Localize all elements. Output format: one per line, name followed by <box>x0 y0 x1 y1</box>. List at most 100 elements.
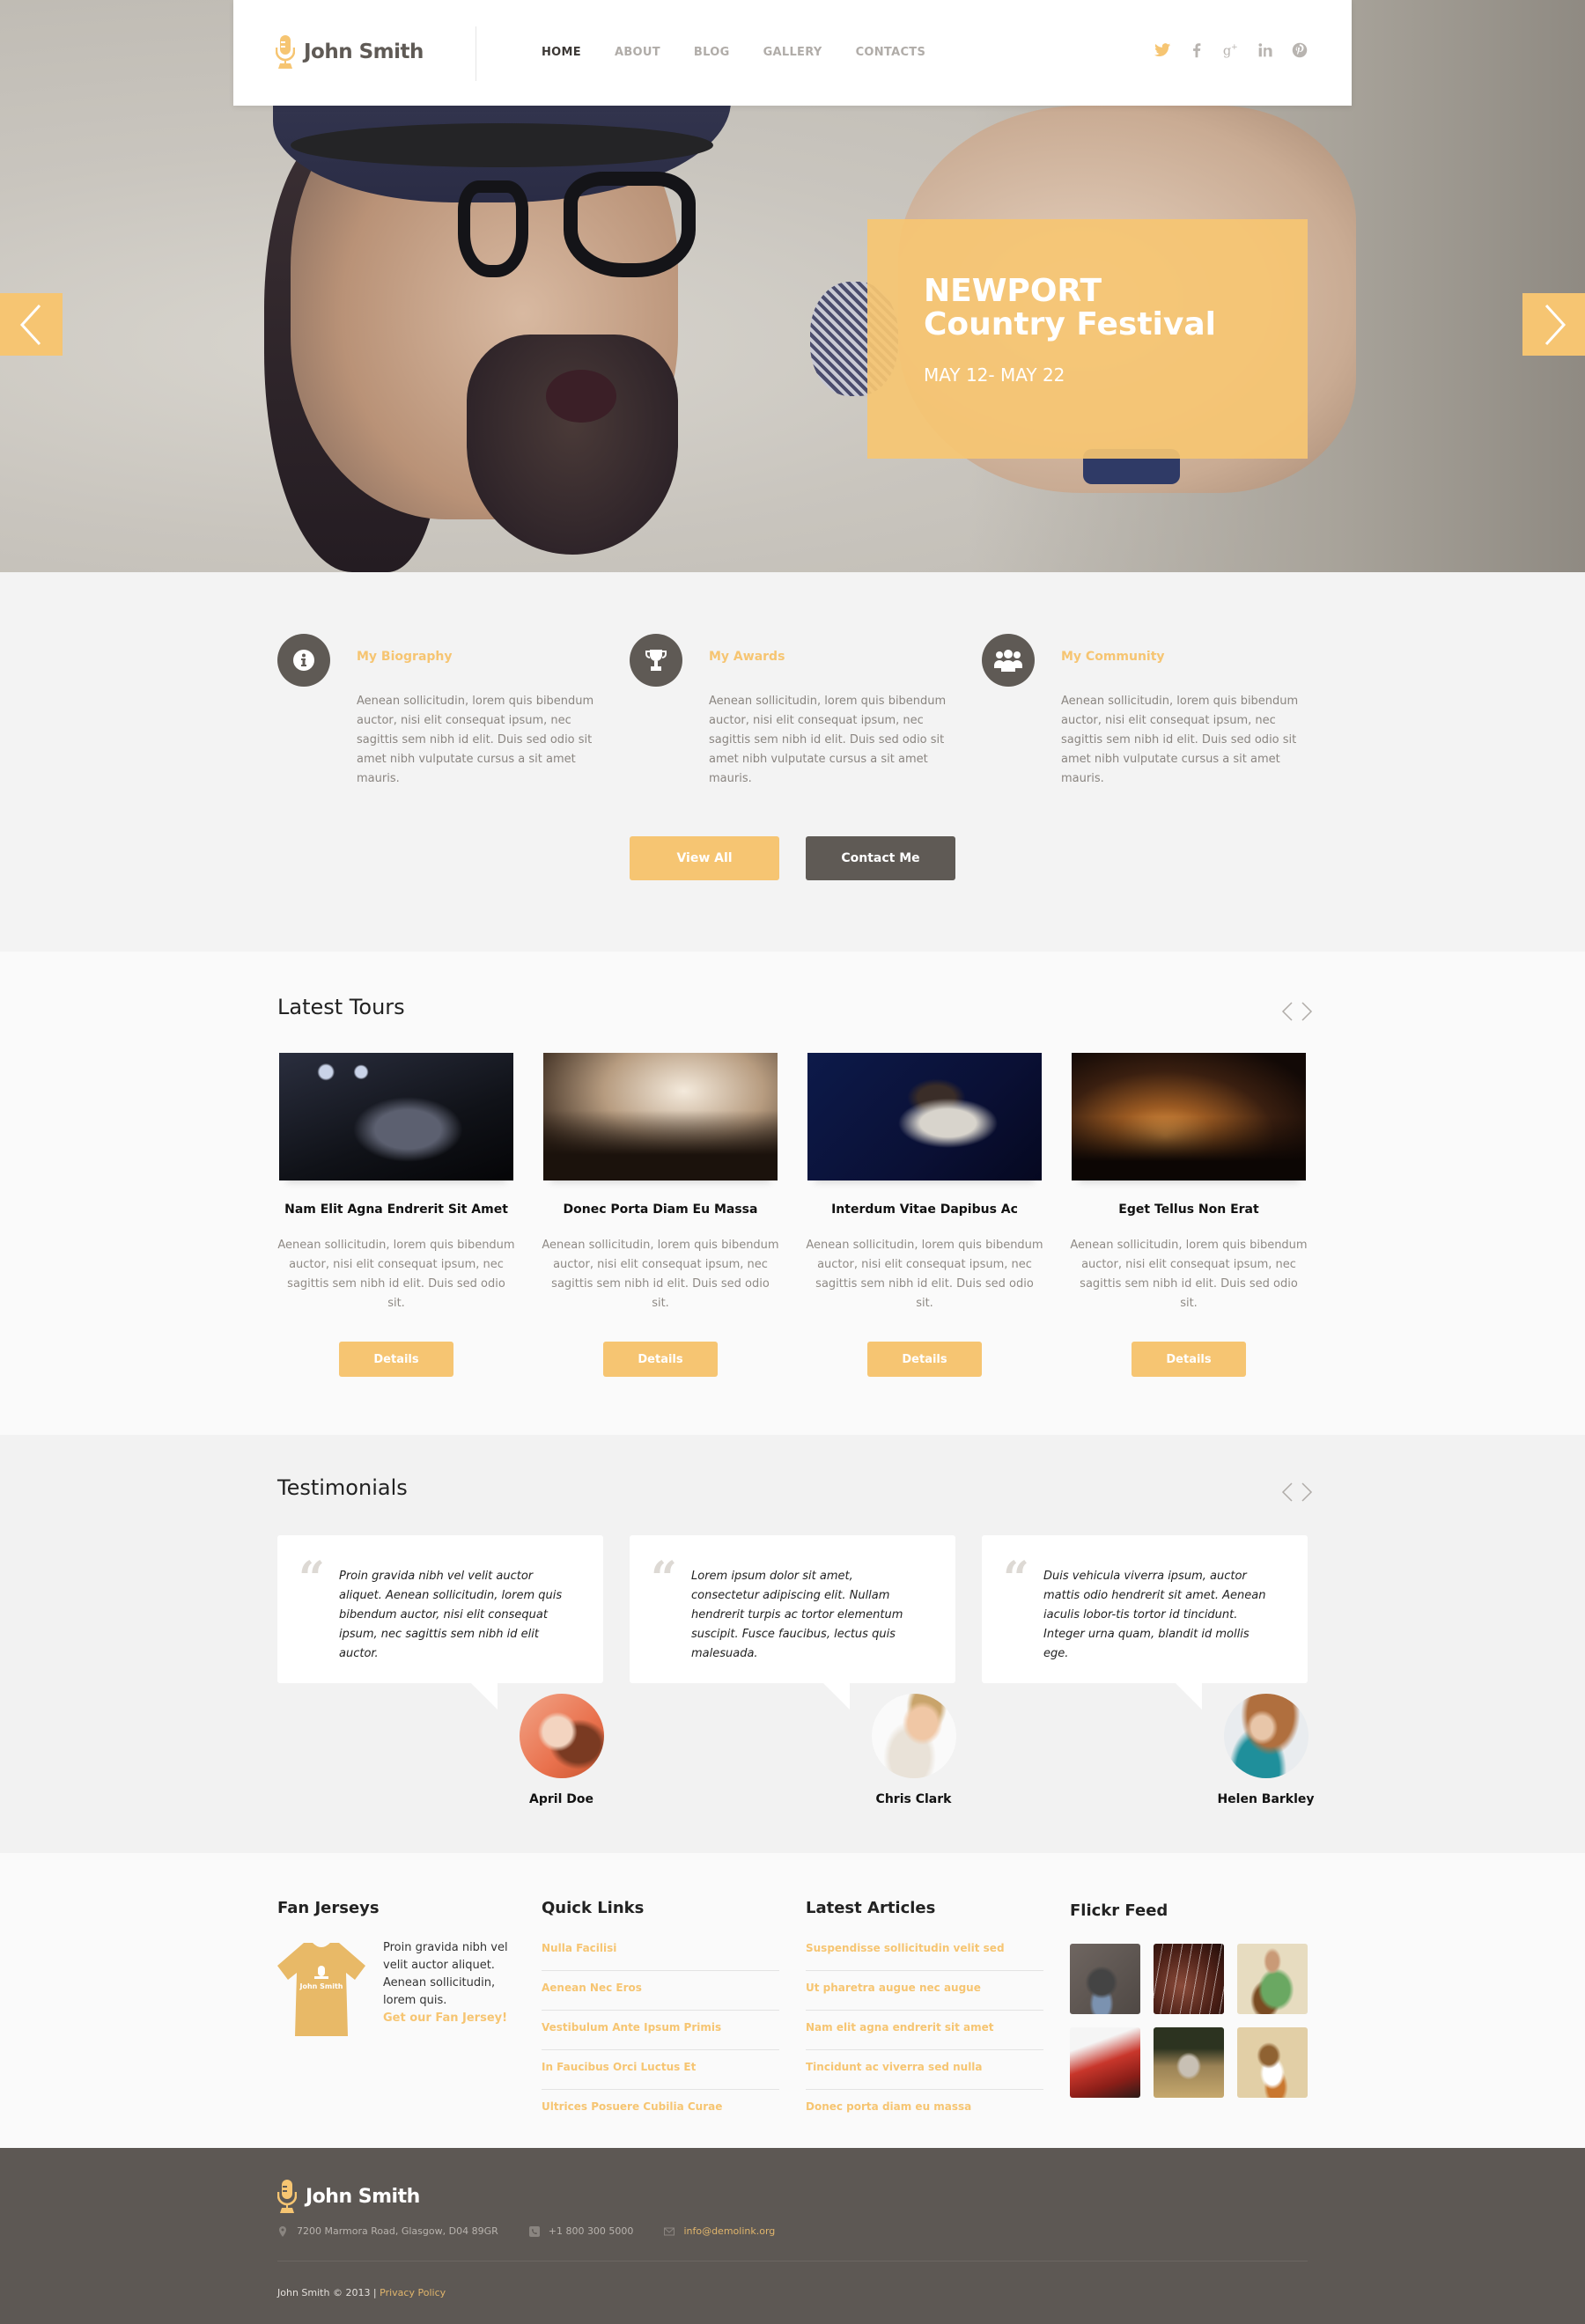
avatar <box>872 1694 956 1778</box>
flickr-thumb[interactable] <box>1237 2027 1308 2098</box>
jersey-description: Proin gravida nibh vel velit auctor aliq… <box>383 1941 508 2007</box>
site-logo[interactable]: John Smith <box>276 35 424 69</box>
quick-link[interactable]: Nulla Facilisi <box>542 1939 779 1971</box>
testimonials-prev-button[interactable] <box>1281 1482 1294 1503</box>
nav-gallery[interactable]: GALLERY <box>763 46 822 59</box>
social-links: g + <box>1138 40 1309 60</box>
hero-glasses-right <box>458 180 528 277</box>
footer-email[interactable]: info@demolink.org <box>683 2225 775 2237</box>
hero-date: MAY 12- MAY 22 <box>924 364 1065 386</box>
article-link[interactable]: Suspendisse sollicitudin velit sed <box>806 1939 1043 1971</box>
article-link[interactable]: Tincidunt ac viverra sed nulla <box>806 2058 1043 2090</box>
email-item: info@demolink.org <box>664 2225 775 2237</box>
pinterest-link[interactable] <box>1290 40 1309 60</box>
tour-text: Aenean sollicitudin, lorem quis bibendum… <box>806 1239 1043 1310</box>
feature-text: Aenean sollicitudin, lorem quis bibendum… <box>709 695 947 785</box>
feature-title[interactable]: My Biography <box>357 650 453 664</box>
site-name: John Smith <box>304 40 424 63</box>
google-plus-link[interactable]: g + <box>1221 40 1241 60</box>
flickr-thumb[interactable] <box>1070 1944 1140 2014</box>
testimonial-text: Duis vehicula viverra ipsum, auctor matt… <box>1043 1570 1266 1660</box>
feature-title[interactable]: My Awards <box>709 650 785 664</box>
hero-singer-mouth <box>546 370 616 423</box>
nav-contacts[interactable]: CONTACTS <box>856 46 926 59</box>
google-plus-icon: g + <box>1223 42 1238 58</box>
tour-image[interactable] <box>279 1053 513 1180</box>
twitter-link[interactable] <box>1153 40 1172 60</box>
info-icon <box>293 650 314 671</box>
tour-text: Aenean sollicitudin, lorem quis bibendum… <box>1070 1239 1308 1310</box>
main-nav: HOME ABOUT BLOG GALLERY CONTACTS <box>542 46 959 59</box>
quick-link[interactable]: In Faucibus Orci Luctus Et <box>542 2058 779 2090</box>
quote-icon: “ <box>1003 1552 1029 1606</box>
tour-details-button[interactable]: Details <box>339 1342 453 1377</box>
testimonial-author: April Doe <box>529 1792 593 1806</box>
tour-title[interactable]: Donec Porta Diam Eu Massa <box>542 1202 779 1217</box>
linkedin-link[interactable] <box>1256 40 1275 60</box>
quick-link[interactable]: Ultrices Posuere Cubilia Curae <box>542 2098 779 2129</box>
feature-title[interactable]: My Community <box>1061 650 1165 664</box>
chevron-left-icon <box>19 304 41 345</box>
tour-details-button[interactable]: Details <box>603 1342 718 1377</box>
article-link[interactable]: Nam elit agna endrerit sit amet <box>806 2019 1043 2050</box>
linkedin-icon <box>1258 43 1272 57</box>
article-link[interactable]: Ut pharetra augue nec augue <box>806 1979 1043 2011</box>
tours-carousel-nav <box>1274 1001 1313 1022</box>
tour-image[interactable] <box>543 1053 778 1180</box>
nav-home[interactable]: HOME <box>542 46 581 59</box>
footer-logo[interactable]: John Smith <box>277 2180 420 2213</box>
tour-image[interactable] <box>1072 1053 1306 1180</box>
tour-details-button[interactable]: Details <box>867 1342 982 1377</box>
quick-link[interactable]: Aenean Nec Eros <box>542 1979 779 2011</box>
privacy-policy-link[interactable]: Privacy Policy <box>380 2287 446 2298</box>
widget-title: Flickr Feed <box>1070 1901 1168 1920</box>
contact-me-button[interactable]: Contact Me <box>806 836 955 880</box>
latest-articles-list: Suspendisse sollicitudin velit sed Ut ph… <box>806 1939 1043 2137</box>
facebook-link[interactable] <box>1187 40 1206 60</box>
testimonials-section: Testimonials “ Proin gravida nibh vel ve… <box>0 1435 1585 1853</box>
quote-icon: “ <box>299 1552 325 1606</box>
nav-about[interactable]: ABOUT <box>615 46 660 59</box>
tour-title[interactable]: Nam Elit Agna Endrerit Sit Amet <box>277 1202 515 1217</box>
testimonial-bubble: “ Lorem ipsum dolor sit amet, consectetu… <box>630 1535 955 1710</box>
slider-next-button[interactable] <box>1522 293 1585 356</box>
jersey-image[interactable]: John Smith <box>277 1941 365 2038</box>
chevron-left-icon <box>1281 1002 1293 1021</box>
feature-icon-wrap <box>277 634 330 687</box>
slider-prev-button[interactable] <box>0 293 63 356</box>
hero-singer-hatband <box>291 123 713 167</box>
testimonials-carousel-nav <box>1274 1482 1313 1503</box>
microphone-icon <box>277 2180 297 2213</box>
flickr-thumb[interactable] <box>1154 1944 1224 2014</box>
footer-contacts: 7200 Marmora Road, Glasgow, D04 89GR +1 … <box>277 2225 806 2237</box>
flickr-thumb[interactable] <box>1070 2027 1140 2098</box>
flickr-thumb[interactable] <box>1154 2027 1224 2098</box>
flickr-thumb[interactable] <box>1237 1944 1308 2014</box>
footer-brand: John Smith <box>306 2185 420 2208</box>
hero-title-line1: NEWPORT <box>924 273 1102 309</box>
microphone-icon <box>276 35 295 69</box>
tour-card: Donec Porta Diam Eu Massa Aenean sollici… <box>542 1053 779 1377</box>
nav-blog[interactable]: BLOG <box>694 46 730 59</box>
tour-card: Eget Tellus Non Erat Aenean sollicitudin… <box>1070 1053 1308 1377</box>
trophy-icon <box>645 650 667 671</box>
view-all-button[interactable]: View All <box>630 836 779 880</box>
address-item: 7200 Marmora Road, Glasgow, D04 89GR <box>277 2225 498 2237</box>
tours-next-button[interactable] <box>1301 1001 1313 1022</box>
testimonials-next-button[interactable] <box>1301 1482 1313 1503</box>
fan-jersey-link[interactable]: Get our Fan Jersey! <box>383 2011 507 2025</box>
article-link[interactable]: Donec porta diam eu massa <box>806 2098 1043 2129</box>
tour-title[interactable]: Interdum Vitae Dapibus Ac <box>806 1202 1043 1217</box>
tour-details-button[interactable]: Details <box>1132 1342 1246 1377</box>
tour-image[interactable] <box>807 1053 1042 1180</box>
quick-link[interactable]: Vestibulum Ante Ipsum Primis <box>542 2019 779 2050</box>
feature-icon-wrap <box>630 634 682 687</box>
users-icon <box>994 650 1022 672</box>
tours-prev-button[interactable] <box>1281 1001 1294 1022</box>
hero-title: NEWPORT Country Festival <box>924 275 1308 342</box>
testimonial-text: Lorem ipsum dolor sit amet, consectetur … <box>691 1570 903 1660</box>
feature-icon-wrap <box>982 634 1035 687</box>
site-header: John Smith HOME ABOUT BLOG GALLERY CONTA… <box>233 0 1352 106</box>
hero-caption: NEWPORT Country Festival MAY 12- MAY 22 <box>867 219 1308 459</box>
tour-title[interactable]: Eget Tellus Non Erat <box>1070 1202 1308 1217</box>
